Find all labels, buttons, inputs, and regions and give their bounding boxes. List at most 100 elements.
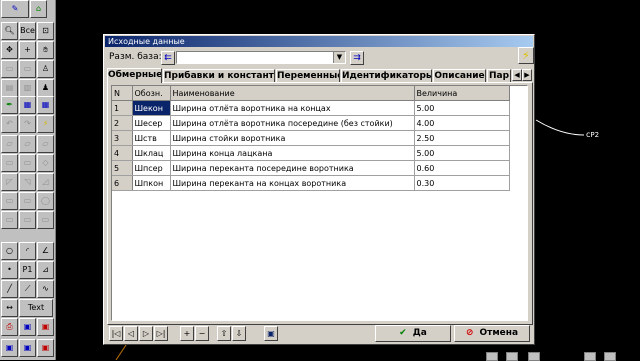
row-value[interactable]: 0.60 xyxy=(414,160,510,176)
table-row[interactable]: 3 Шств Ширина стойки воротника 2.50 xyxy=(112,130,510,146)
tool-icon[interactable]: ▭ xyxy=(19,192,36,210)
polyline-icon[interactable]: ⟋ xyxy=(19,280,36,298)
tab-params[interactable]: Пар xyxy=(487,69,511,82)
table-row[interactable]: 6 Шпкон Ширина переканта на концах ворот… xyxy=(112,175,510,191)
tool-icon[interactable]: ▱ xyxy=(19,135,36,153)
column-header-n[interactable]: N xyxy=(112,86,133,101)
measure-icon[interactable]: ⊿ xyxy=(37,261,54,279)
row-value[interactable]: 4.00 xyxy=(414,115,510,131)
copy-icon[interactable]: ▭ xyxy=(1,60,18,78)
zoom-icon[interactable]: 🔍︎ xyxy=(1,22,18,40)
building-icon[interactable]: ⌂ xyxy=(30,0,47,18)
layer2-icon[interactable]: ▥ xyxy=(19,79,36,97)
layers-icon[interactable]: ▣ xyxy=(19,339,36,357)
base-prev-icon[interactable]: ⇇ xyxy=(161,51,175,65)
tool-icon[interactable]: ◇ xyxy=(37,154,54,172)
crosshair-icon[interactable]: + xyxy=(19,41,36,59)
row-value[interactable]: 5.00 xyxy=(414,145,510,161)
row-name[interactable]: Ширина переканта посередине воротника xyxy=(170,160,415,176)
column-header-value[interactable]: Величина xyxy=(414,86,510,101)
layer-icon[interactable]: ▤ xyxy=(1,79,18,97)
redo-icon[interactable]: ↷ xyxy=(19,115,36,133)
table-row[interactable]: 2 Шесер Ширина отлёта воротника посереди… xyxy=(112,115,510,131)
row-name[interactable]: Ширина конца лацкана xyxy=(170,145,415,161)
row-code[interactable]: Шств xyxy=(132,130,171,146)
save-icon[interactable]: ▣ xyxy=(264,326,278,341)
row-name[interactable]: Ширина стойки воротника xyxy=(170,130,415,146)
table-icon[interactable]: ▦ xyxy=(19,96,36,114)
export-icon[interactable]: ▣ xyxy=(37,318,54,336)
table-row[interactable]: 1 Шекон Ширина отлёта воротника на конца… xyxy=(112,100,510,116)
hand-icon[interactable]: ✋︎ xyxy=(37,41,54,59)
line-icon[interactable]: ╱ xyxy=(1,280,18,298)
row-code[interactable]: Шпкон xyxy=(132,175,171,191)
arc-icon[interactable]: ◜ xyxy=(19,242,36,260)
lightning-button[interactable]: ⚡︎ xyxy=(518,47,534,64)
dress-icon[interactable]: ♟ xyxy=(37,79,54,97)
tab-description[interactable]: Описание xyxy=(433,69,486,82)
tool-icon[interactable]: ▱ xyxy=(37,135,54,153)
next-record-icon[interactable]: ▷ xyxy=(139,326,153,341)
point-icon[interactable]: • xyxy=(1,261,18,279)
table-row[interactable]: 5 Шпсер Ширина переканта посередине воро… xyxy=(112,160,510,176)
tab-allowances[interactable]: Прибавки и константы xyxy=(163,69,275,82)
base-select[interactable]: ▼ xyxy=(176,51,346,64)
row-value[interactable]: 0.30 xyxy=(414,175,510,191)
tool-icon[interactable]: ▭ xyxy=(1,211,18,229)
last-record-icon[interactable]: ▷| xyxy=(154,326,168,341)
tab-variables[interactable]: Переменные xyxy=(276,69,340,82)
tool-icon[interactable]: ◿ xyxy=(37,173,54,191)
draw-pen-icon[interactable]: ✒ xyxy=(1,96,18,114)
pencil-icon[interactable]: ✎ xyxy=(1,0,29,18)
move-up-icon[interactable]: ⇧ xyxy=(217,326,231,341)
row-name[interactable]: Ширина отлёта воротника на концах xyxy=(170,100,415,116)
row-value[interactable]: 2.50 xyxy=(414,130,510,146)
move-down-icon[interactable]: ⇩ xyxy=(232,326,246,341)
tool-icon[interactable]: ▭ xyxy=(1,154,18,172)
tool-icon[interactable]: ▭ xyxy=(1,192,18,210)
tool-icon[interactable]: ▭ xyxy=(37,211,54,229)
tool-icon[interactable]: ▱ xyxy=(1,135,18,153)
row-code[interactable]: Шклац xyxy=(132,145,171,161)
tool-icon[interactable]: ◸ xyxy=(1,173,18,191)
row-code[interactable]: Шесер xyxy=(132,115,171,131)
row-code[interactable]: Шпсер xyxy=(132,160,171,176)
undo-icon[interactable]: ↶ xyxy=(1,115,18,133)
add-record-icon[interactable]: + xyxy=(180,326,194,341)
screen-icon[interactable]: ▣ xyxy=(19,318,36,336)
chevron-down-icon[interactable]: ▼ xyxy=(333,52,345,63)
lightning-icon[interactable]: ⚡︎ xyxy=(37,115,54,133)
row-name[interactable]: Ширина отлёта воротника посередине (без … xyxy=(170,115,415,131)
row-code[interactable]: Шекон xyxy=(132,100,171,116)
grid-icon[interactable]: ▦ xyxy=(37,96,54,114)
tab-measurements[interactable]: Обмерные xyxy=(107,68,162,83)
tab-identifiers[interactable]: Идентификаторы xyxy=(341,69,432,82)
delete-record-icon[interactable]: − xyxy=(195,326,209,341)
settings-icon[interactable]: ▣ xyxy=(1,339,18,357)
window-icon[interactable]: ▣ xyxy=(37,339,54,357)
zoom-all-button[interactable]: Все xyxy=(19,22,36,40)
point-p1-button[interactable]: P1 xyxy=(19,261,36,279)
figure-icon[interactable]: ♙ xyxy=(37,60,54,78)
tool-icon[interactable]: ◹ xyxy=(19,173,36,191)
circle-icon[interactable]: ○ xyxy=(1,242,18,260)
text-button[interactable]: Text xyxy=(19,299,53,317)
cancel-button[interactable]: ⊘ Отмена xyxy=(454,325,530,342)
tool-icon[interactable]: ▭ xyxy=(19,211,36,229)
prev-record-icon[interactable]: ◁ xyxy=(124,326,138,341)
ok-button[interactable]: ✔ Да xyxy=(375,325,451,342)
tool-icon[interactable]: ◯ xyxy=(37,192,54,210)
column-header-code[interactable]: Обозн. xyxy=(132,86,171,101)
angle-icon[interactable]: ∠ xyxy=(37,242,54,260)
table-row[interactable]: 4 Шклац Ширина конца лацкана 5.00 xyxy=(112,145,510,161)
tab-scroll-left-icon[interactable]: ◀ xyxy=(512,69,522,81)
dimension-icon[interactable]: ↔ xyxy=(1,299,18,317)
zoom-fit-icon[interactable]: ⊡ xyxy=(37,22,54,40)
first-record-icon[interactable]: |◁ xyxy=(109,326,123,341)
print-icon[interactable]: ⎙ xyxy=(1,318,18,336)
curve-icon[interactable]: ∿ xyxy=(37,280,54,298)
row-name[interactable]: Ширина переканта на концах воротника xyxy=(170,175,415,191)
base-next-icon[interactable]: ⇉ xyxy=(350,51,364,65)
row-value[interactable]: 5.00 xyxy=(414,100,510,116)
tab-scroll-right-icon[interactable]: ▶ xyxy=(522,69,532,81)
